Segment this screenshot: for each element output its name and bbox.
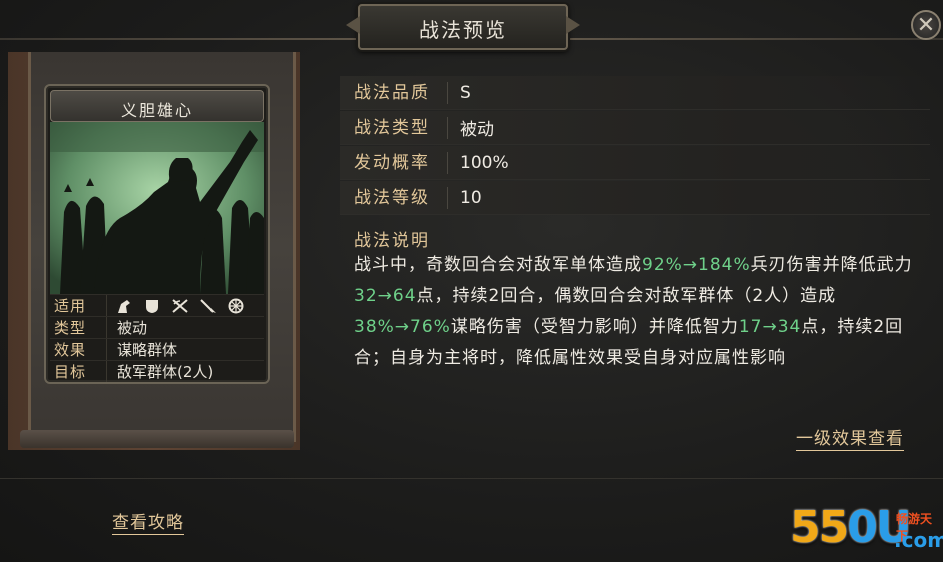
type-value: 被动 [117,319,148,337]
target-label: 目标 [50,361,107,382]
desc-highlight: 92%→184% [642,255,751,275]
effect-label: 效果 [50,339,107,360]
card-name-bar: 义胆雄心 [50,90,264,122]
skill-type-label: 战法类型 [340,116,448,139]
troop-type-icons [107,298,245,314]
wheel-icon [228,298,244,313]
watermark-number: 550U [790,502,912,553]
skill-level-label: 战法等级 [340,186,448,209]
desc-highlight: 38%→76% [354,317,451,337]
view-guide-link[interactable]: 查看攻略 [112,508,184,535]
desc-text: 兵刃伤害并降低武力 [750,255,913,275]
card-info-rows: 适用 类型 被动 效果 谋略群体 目标 敌军群体(2人) [50,294,264,382]
card-row-target: 目标 敌军群体(2人) [50,360,264,382]
desc-text: 点，持续2回合，偶数回合会对敌军群体（2人）造成 [416,286,837,306]
quality-label: 战法品质 [340,81,448,104]
warrior-artwork-image [50,122,264,294]
bottom-divider [0,478,943,479]
desc-text: 谋略伤害（受智力影响）并降低智力 [450,317,739,337]
suitable-label: 适用 [50,295,107,316]
skill-card: 义胆雄心 适用 类型 被动 效果 谋略群体 目标 敌军群体(2人) [44,84,270,384]
prop-row-quality: 战法品质 S [340,76,930,110]
skill-type-value: 被动 [460,120,494,140]
shield-icon [146,299,158,313]
trigger-rate-value: 100% [460,152,509,173]
scroll-roll [20,430,294,448]
description-heading: 战法说明 [354,231,430,251]
card-row-suitable: 适用 [50,294,264,316]
trigger-rate-label: 发动概率 [340,151,448,174]
skill-artwork [50,122,264,294]
prop-row-type: 战法类型 被动 [340,111,930,145]
desc-highlight: 32→64 [354,286,417,306]
desc-text: 战斗中，奇数回合会对敌军单体造成 [354,255,642,275]
title-plate: 战法预览 [358,4,568,50]
desc-highlight: 17→34 [738,317,802,337]
watermark-domain: .com [894,528,943,552]
watermark-logo: 550U 畅游天下 .com [790,502,943,560]
close-button[interactable]: ✕ [911,10,941,40]
type-label: 类型 [50,317,107,338]
close-icon: ✕ [916,13,936,38]
skill-name: 义胆雄心 [120,101,193,120]
skill-level-value: 10 [460,187,482,208]
skill-description: 战斗中，奇数回合会对敌军单体造成92%→184%兵刃伤害并降低武力 32→64点，… [354,250,932,374]
cavalry-icon [118,299,130,313]
prop-row-rate: 发动概率 100% [340,146,930,180]
bow-icon [172,298,188,313]
quality-value: S [460,82,471,103]
spear-icon [200,298,216,313]
card-row-effect: 效果 谋略群体 [50,338,264,360]
level-one-effect-link[interactable]: 一级效果查看 [796,424,904,451]
skill-properties: 战法品质 S 战法类型 被动 发动概率 100% 战法等级 10 [340,76,930,216]
target-value: 敌军群体(2人) [117,363,214,381]
effect-value: 谋略群体 [117,341,178,359]
window-title: 战法预览 [419,18,507,42]
skill-preview-window: 战法预览 ✕ 义胆雄心 适用 类型 被动 效果 谋略群体 目标 敌军群体(2人)… [0,0,943,562]
prop-row-level: 战法等级 10 [340,181,930,215]
card-row-type: 类型 被动 [50,316,264,338]
